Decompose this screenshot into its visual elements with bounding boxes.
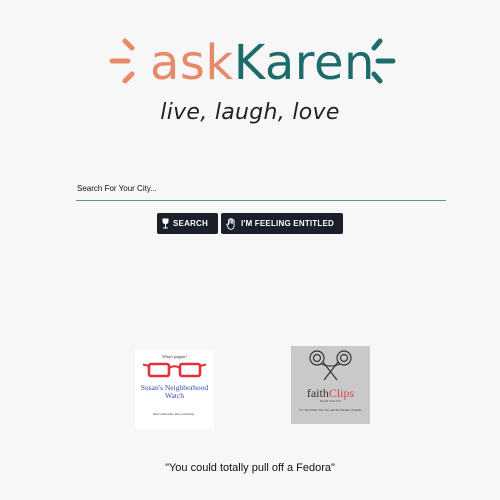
search-input[interactable] — [76, 178, 448, 199]
feeling-entitled-button[interactable]: I'M FEELING ENTITLED — [221, 213, 343, 234]
search-button-label: SEARCH — [173, 219, 208, 228]
tagline: live, laugh, love — [160, 100, 340, 125]
faithclips-brand-b: Clips — [328, 386, 355, 400]
scissors-icon — [309, 350, 352, 381]
faithclips-brand-a: faith — [306, 386, 329, 400]
search-field-container — [76, 178, 448, 201]
feeling-entitled-button-label: I'M FEELING ENTITLED — [241, 219, 335, 228]
glasses-icon — [142, 362, 207, 378]
askkaren-logo: askKaren — [108, 28, 398, 100]
search-buttons: SEARCH I'M FEELING ENTITLED — [157, 213, 343, 234]
raised-hand-icon — [226, 217, 237, 230]
logo-wordmark: askKaren — [150, 30, 375, 96]
footer-quote: "You could totally pull off a Fedora" — [165, 462, 335, 474]
promo-card-susans-neighborhood-watch[interactable]: What's poppin? Susan's Neighborhood Watc… — [135, 350, 214, 429]
promo-card-faithclips[interactable]: faithClips HAIR SALON For The Father, Th… — [291, 346, 370, 424]
faithclips-subtext: For The Father, The Son, and The Mother … — [299, 408, 362, 412]
promo-susan-name: Susan's Neighborhood Watch — [140, 383, 209, 400]
logo-ask-text: ask — [150, 35, 234, 91]
wine-glass-icon — [162, 218, 169, 229]
faithclips-salon-text: HAIR SALON — [319, 399, 342, 403]
promo-susan-subtext: Don't mind me just watching... — [152, 412, 197, 416]
logo-name-text: Karen — [233, 35, 375, 91]
search-button[interactable]: SEARCH — [157, 213, 218, 234]
promo-top-text: What's poppin? — [162, 354, 187, 359]
page: askKaren live, laugh, love SEARCH I — [0, 0, 500, 500]
